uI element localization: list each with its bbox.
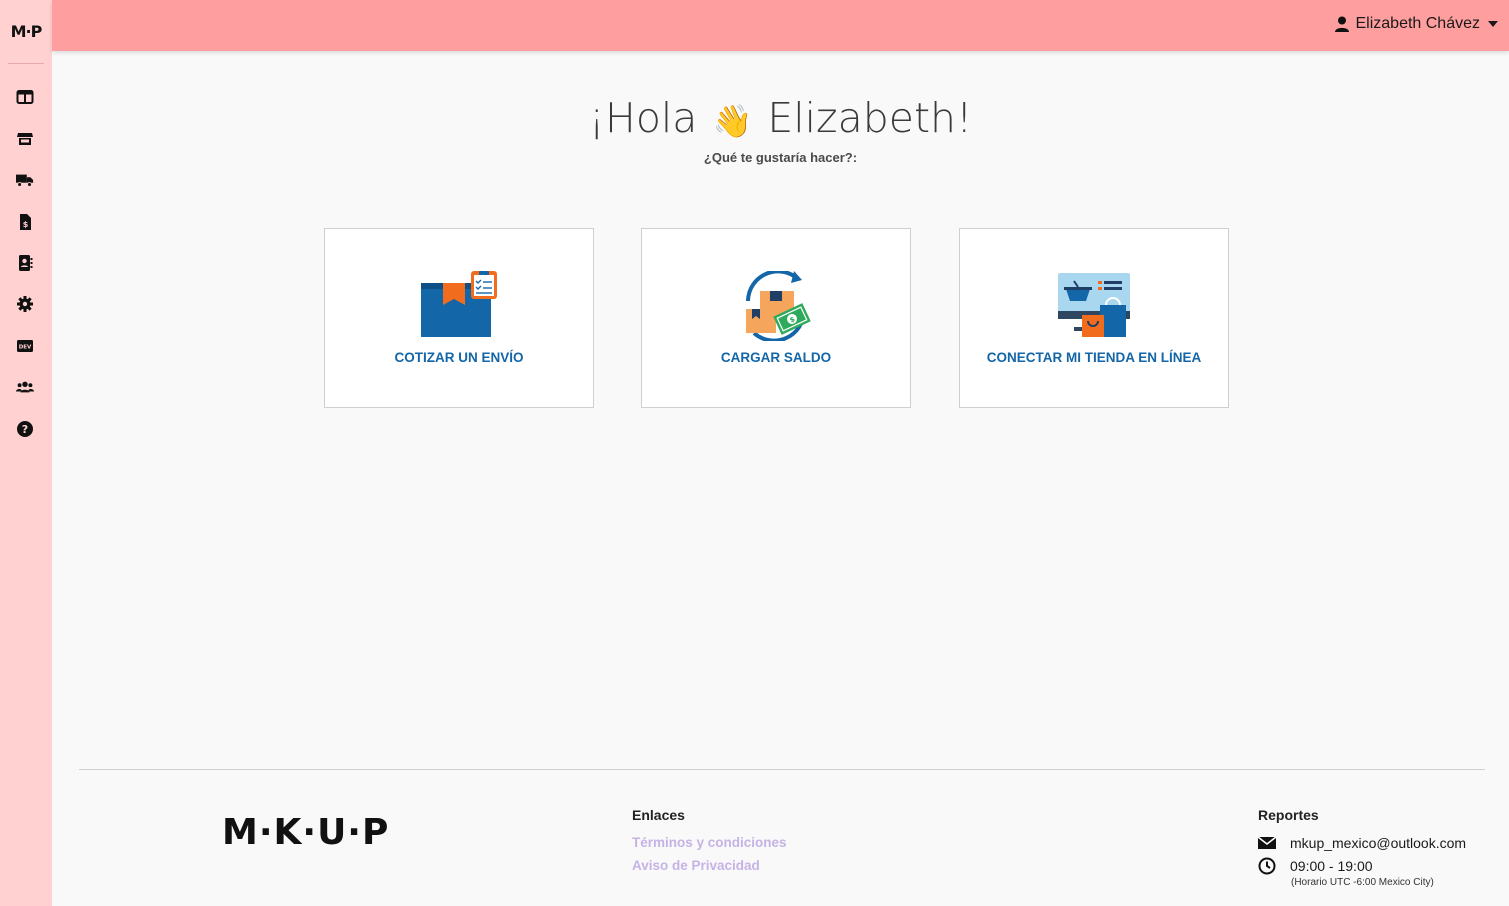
sidebar-divider — [8, 63, 44, 64]
help-icon: ? — [17, 421, 33, 437]
box-clipboard-icon — [421, 271, 497, 337]
greeting-name: Elizabeth! — [767, 94, 973, 142]
envelope-icon — [1258, 836, 1276, 849]
clock-icon — [1258, 857, 1276, 875]
sidebar-item-developers[interactable]: DEV — [13, 334, 37, 358]
greeting-prefix: ¡Hola — [588, 94, 698, 142]
privacy-link[interactable]: Aviso de Privacidad — [632, 858, 760, 873]
load-balance-card[interactable]: $ CARGAR SALDO — [641, 228, 911, 408]
store-icon — [17, 133, 33, 145]
dev-icon: DEV — [17, 340, 33, 352]
page-title: ¡Hola 👋 Elizabeth! — [52, 94, 1509, 142]
svg-text:DEV: DEV — [19, 345, 32, 351]
users-icon — [16, 381, 34, 393]
footer-divider — [79, 769, 1485, 770]
report-email[interactable]: mkup_mexico@outlook.com — [1290, 835, 1466, 851]
sidebar-item-dashboard[interactable] — [13, 85, 37, 109]
dashboard-icon — [16, 90, 34, 104]
page-subtitle: ¿Qué te gustaría hacer?: — [703, 150, 858, 165]
sidebar-item-contacts[interactable] — [13, 251, 37, 275]
sidebar-item-help[interactable]: ? — [13, 417, 37, 441]
sidebar: M·P $ DEV ? — [0, 0, 52, 906]
sidebar-item-shipments[interactable] — [13, 168, 37, 192]
svg-text:?: ? — [22, 423, 28, 436]
terms-link[interactable]: Términos y condiciones — [632, 835, 787, 850]
report-hours-row: 09:00 - 19:00 — [1258, 857, 1373, 875]
links-title: Enlaces — [632, 807, 685, 823]
connect-store-label: CONECTAR MI TIENDA EN LÍNEA — [986, 350, 1202, 365]
chevron-down-icon — [1488, 21, 1498, 27]
timezone-note: (Horario UTC -6:00 Mexico City) — [1291, 877, 1434, 888]
user-menu[interactable]: Elizabeth Chávez — [1335, 15, 1498, 33]
waving-hand-icon: 👋 — [712, 102, 753, 140]
load-balance-label: CARGAR SALDO — [720, 350, 832, 365]
invoice-icon: $ — [20, 214, 31, 230]
report-hours: 09:00 - 19:00 — [1290, 858, 1373, 874]
sidebar-item-store[interactable] — [13, 127, 37, 151]
address-book-icon — [19, 255, 33, 271]
connect-store-card[interactable]: CONECTAR MI TIENDA EN LÍNEA — [959, 228, 1229, 408]
sidebar-item-billing[interactable]: $ — [13, 210, 37, 234]
topbar: Elizabeth Chávez — [52, 0, 1509, 51]
quote-shipment-label: COTIZAR UN ENVÍO — [394, 350, 524, 365]
truck-icon — [16, 174, 34, 187]
quote-shipment-card[interactable]: COTIZAR UN ENVÍO — [324, 228, 594, 408]
sidebar-item-settings[interactable] — [13, 292, 37, 316]
reports-title: Reportes — [1258, 807, 1319, 823]
report-email-row: mkup_mexico@outlook.com — [1258, 834, 1466, 852]
user-icon — [1335, 16, 1350, 32]
sidebar-item-team[interactable] — [13, 375, 37, 399]
gear-icon — [17, 296, 33, 312]
sidebar-logo[interactable]: M·P — [0, 0, 52, 62]
user-name: Elizabeth Chávez — [1355, 15, 1480, 32]
online-store-icon — [1058, 273, 1130, 337]
footer-logo: M·K·U·P — [222, 812, 390, 853]
reload-money-icon: $ — [746, 271, 811, 341]
svg-text:$: $ — [23, 220, 29, 229]
